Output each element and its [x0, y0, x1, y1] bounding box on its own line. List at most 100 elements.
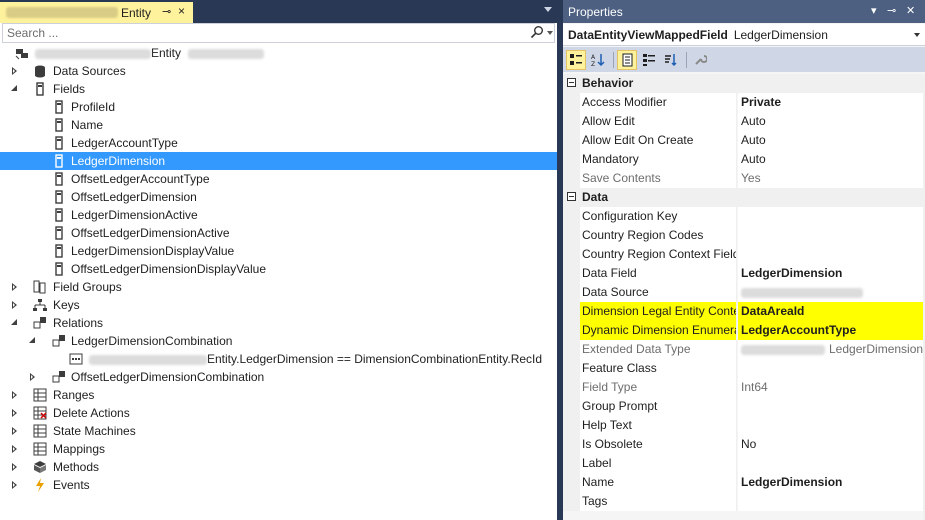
properties-view-button[interactable] [617, 49, 637, 70]
property-value[interactable]: No [738, 435, 923, 454]
tree-item[interactable]: OffsetLedgerDimensionActive [0, 224, 557, 242]
category-behavior[interactable]: Behavior [563, 74, 923, 93]
property-name[interactable]: Configuration Key [580, 207, 737, 226]
property-row[interactable]: Allow Edit On Create Auto [563, 131, 923, 150]
property-row[interactable]: Group Prompt [563, 397, 923, 416]
property-name[interactable]: Help Text [580, 416, 737, 435]
property-value[interactable]: LedgerDimension [738, 473, 923, 492]
property-row[interactable]: Access Modifier Private [563, 93, 923, 112]
pin-icon[interactable]: ⊸ [887, 4, 896, 17]
tree-item[interactable]: Methods [0, 458, 557, 476]
property-value[interactable] [738, 397, 923, 416]
tree-item[interactable]: Data Sources [0, 62, 557, 80]
collapse-arrow-icon[interactable] [29, 337, 35, 343]
expand-arrow-icon[interactable] [30, 373, 35, 381]
tree-item[interactable]: Relations [0, 314, 557, 332]
expand-arrow-icon[interactable] [12, 301, 17, 309]
tree-item[interactable]: ProfileId [0, 98, 557, 116]
property-name[interactable]: Field Type [580, 378, 737, 397]
property-name[interactable]: Save Contents [580, 169, 737, 188]
tree-item[interactable]: Field Groups [0, 278, 557, 296]
tree-item[interactable]: Delete Actions [0, 404, 557, 422]
designer-tab[interactable]: Entity ⊸ × [0, 2, 193, 23]
property-name[interactable]: Is Obsolete [580, 435, 737, 454]
property-value[interactable]: Auto [738, 150, 923, 169]
expand-arrow-icon[interactable] [12, 445, 17, 453]
property-value[interactable] [738, 359, 923, 378]
tree-item[interactable]: Entity.LedgerDimension == DimensionCombi… [0, 350, 557, 368]
property-value[interactable]: DataAreaId [738, 302, 923, 321]
expand-arrow-icon[interactable] [12, 391, 17, 399]
property-pages-button[interactable] [690, 50, 710, 70]
property-value[interactable]: LedgerDimension [738, 264, 923, 283]
property-value[interactable] [738, 245, 923, 264]
category-data[interactable]: Data [563, 188, 923, 207]
property-value[interactable]: Int64 [738, 378, 923, 397]
property-row[interactable]: Country Region Codes [563, 226, 923, 245]
property-name[interactable]: Access Modifier [580, 93, 737, 112]
close-icon[interactable]: ✕ [906, 4, 915, 17]
tree-item-selected[interactable]: LedgerDimension [0, 152, 557, 170]
tree-item[interactable]: LedgerDimensionActive [0, 206, 557, 224]
pin-icon[interactable]: ⊸ [162, 5, 171, 18]
property-name[interactable]: Label [580, 454, 737, 473]
tree-item[interactable]: Name [0, 116, 557, 134]
tree-item[interactable]: OffsetLedgerAccountType [0, 170, 557, 188]
property-name[interactable]: Feature Class [580, 359, 737, 378]
property-value[interactable]: LedgerDimension [738, 340, 923, 359]
expand-arrow-icon[interactable] [12, 427, 17, 435]
property-value[interactable] [738, 416, 923, 435]
property-value[interactable]: Auto [738, 112, 923, 131]
search-input[interactable] [3, 24, 483, 42]
property-row[interactable]: Feature Class [563, 359, 923, 378]
property-name[interactable]: Mandatory [580, 150, 737, 169]
property-name[interactable]: Data Field [580, 264, 737, 283]
expand-arrow-icon[interactable] [12, 409, 17, 417]
property-row[interactable]: Help Text [563, 416, 923, 435]
property-name[interactable]: Dynamic Dimension Enumera [580, 321, 737, 340]
property-row[interactable]: Data Field LedgerDimension [563, 264, 923, 283]
collapse-arrow-icon[interactable] [11, 319, 17, 325]
alphabetical-button[interactable]: AZ [588, 50, 608, 70]
close-icon[interactable]: × [178, 4, 185, 18]
search-options-icon[interactable] [547, 31, 553, 35]
property-row[interactable]: Allow Edit Auto [563, 112, 923, 131]
property-name[interactable]: Tags [580, 492, 737, 511]
categorized-button[interactable] [566, 49, 586, 70]
property-value[interactable]: Yes [738, 169, 923, 188]
property-value[interactable]: Auto [738, 131, 923, 150]
tree-item[interactable]: LedgerAccountType [0, 134, 557, 152]
property-row[interactable]: Data Source [563, 283, 923, 302]
property-row[interactable]: Extended Data Type LedgerDimension [563, 340, 923, 359]
property-row[interactable]: Name LedgerDimension [563, 473, 923, 492]
property-row[interactable]: Field Type Int64 [563, 378, 923, 397]
chevron-down-icon[interactable] [914, 33, 920, 37]
property-name[interactable]: Dimension Legal Entity Conte [580, 302, 737, 321]
tree-root[interactable]: Entity [0, 44, 557, 62]
property-name[interactable]: Allow Edit On Create [580, 131, 737, 150]
tree-item[interactable]: Mappings [0, 440, 557, 458]
tab-dropdown-icon[interactable] [544, 7, 552, 12]
tree-item[interactable]: OffsetLedgerDimensionDisplayValue [0, 260, 557, 278]
property-row[interactable]: Mandatory Auto [563, 150, 923, 169]
property-value[interactable]: LedgerAccountType [738, 321, 923, 340]
property-name[interactable]: Allow Edit [580, 112, 737, 131]
expand-arrow-icon[interactable] [12, 67, 17, 75]
property-name[interactable]: Country Region Codes [580, 226, 737, 245]
property-row[interactable]: Label [563, 454, 923, 473]
property-value[interactable] [738, 454, 923, 473]
events-view-button[interactable] [639, 50, 659, 70]
tree-item[interactable]: LedgerDimensionCombination [0, 332, 557, 350]
collapse-icon[interactable] [567, 78, 576, 87]
property-name[interactable]: Extended Data Type [580, 340, 737, 359]
property-name[interactable]: Country Region Context Field [580, 245, 737, 264]
expand-arrow-icon[interactable] [12, 463, 17, 471]
expand-arrow-icon[interactable] [12, 283, 17, 291]
property-name[interactable]: Group Prompt [580, 397, 737, 416]
property-value[interactable] [738, 207, 923, 226]
property-value[interactable] [738, 492, 923, 511]
collapse-icon[interactable] [567, 192, 576, 201]
property-row[interactable]: Is Obsolete No [563, 435, 923, 454]
tree-item[interactable]: State Machines [0, 422, 557, 440]
window-menu-icon[interactable]: ▾ [871, 4, 877, 17]
